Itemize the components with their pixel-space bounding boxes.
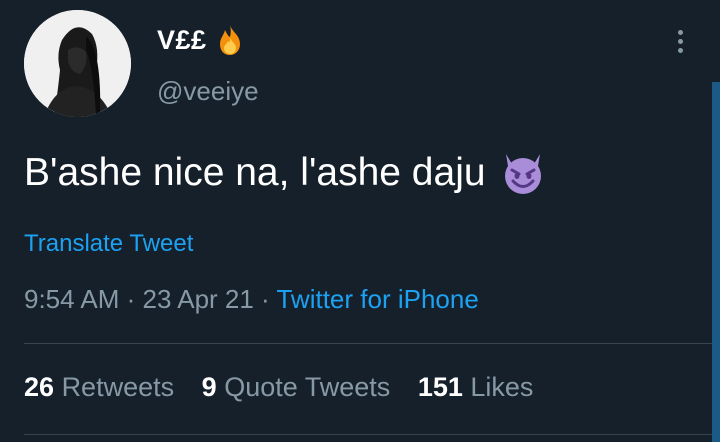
- divider: [24, 343, 720, 344]
- quote-tweets-stat[interactable]: 9 Quote Tweets: [202, 372, 391, 402]
- tweet-text-content: B'ashe nice na, l'ashe daju: [24, 151, 486, 194]
- meta-separator: ·: [119, 284, 143, 314]
- divider: [24, 434, 720, 435]
- retweets-label: Retweets: [61, 372, 175, 402]
- retweets-stat[interactable]: 26 Retweets: [24, 372, 174, 402]
- tweet-date[interactable]: 23 Apr 21: [143, 284, 254, 314]
- author-display-name[interactable]: V££: [157, 25, 207, 56]
- retweets-count: 26: [24, 372, 55, 402]
- more-options-icon[interactable]: [672, 30, 688, 60]
- avatar[interactable]: [24, 10, 131, 117]
- author-handle[interactable]: @veeiye: [157, 76, 259, 107]
- engagement-stats: 26 Retweets 9 Quote Tweets 151 Likes: [24, 372, 553, 403]
- likes-label: Likes: [470, 372, 534, 402]
- quote-tweets-label: Quote Tweets: [224, 372, 391, 402]
- quote-tweets-count: 9: [201, 372, 217, 402]
- tweet-metadata: 9:54 AM · 23 Apr 21 · Twitter for iPhone: [24, 284, 479, 315]
- tweet-detail: V££ @veeiye B'ashe nice na, l'ashe daju …: [0, 0, 720, 442]
- avatar-photo: [24, 10, 131, 117]
- fire-emoji-icon: [217, 24, 243, 56]
- tweet-text: B'ashe nice na, l'ashe daju: [24, 150, 546, 196]
- tweet-source-link[interactable]: Twitter for iPhone: [276, 284, 478, 314]
- smiling-face-with-horns-icon: [504, 154, 541, 194]
- scrollbar[interactable]: [712, 82, 720, 442]
- translate-tweet-link[interactable]: Translate Tweet: [24, 230, 193, 258]
- likes-stat[interactable]: 151 Likes: [418, 372, 534, 402]
- author-name-row[interactable]: V££: [157, 24, 243, 56]
- tweet-time[interactable]: 9:54 AM: [24, 284, 119, 314]
- meta-separator: ·: [253, 284, 277, 314]
- likes-count: 151: [417, 372, 463, 402]
